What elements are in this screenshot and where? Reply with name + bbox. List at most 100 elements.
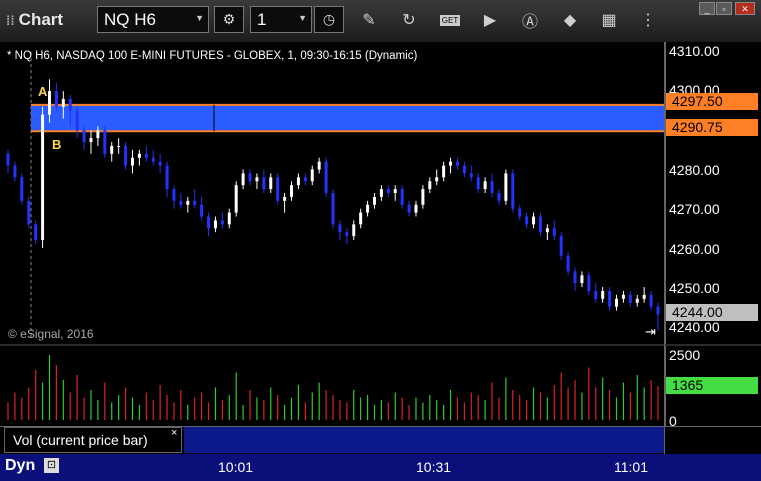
time-tick: 11:01: [614, 459, 648, 475]
candle-body: [317, 161, 321, 170]
candle-body: [310, 169, 314, 182]
candle-body: [13, 165, 17, 178]
candle-body: [504, 173, 508, 201]
time-tick: 10:01: [218, 459, 254, 475]
candle-body: [462, 165, 466, 174]
chevron-down-icon[interactable]: ▼: [195, 13, 204, 23]
candle-body: [144, 153, 148, 158]
time-button[interactable]: ◷: [314, 6, 344, 33]
study-label-bar: [184, 427, 665, 453]
candle-body: [525, 216, 529, 225]
lock-icon[interactable]: ⊡: [44, 458, 59, 473]
minimize-icon: _: [704, 4, 710, 14]
price-tick: 4270.00: [669, 201, 720, 217]
get-button[interactable]: GET: [438, 8, 462, 32]
close-button[interactable]: ✕: [735, 2, 755, 15]
candle-body: [248, 173, 252, 182]
candle-body: [469, 173, 473, 178]
watermark: © eSignal, 2016: [8, 327, 94, 341]
window-title[interactable]: ⁞⁞ Chart: [6, 10, 63, 30]
chevron-down-icon[interactable]: ▼: [298, 13, 307, 23]
candle-body: [68, 98, 72, 111]
alert-button[interactable]: Ⓐ: [518, 8, 542, 32]
candle-body: [110, 145, 114, 154]
candle-body: [386, 189, 390, 193]
tag-icon: ◆: [563, 12, 577, 29]
candle-body: [75, 110, 79, 131]
candle-body: [628, 294, 632, 303]
candle-body: [566, 255, 570, 272]
candle-body: [400, 189, 404, 205]
toolbar: ⁞⁞ Chart NQ H6 ▼ ⚙ 1 ▼ ◷ ✎ ↻ GET ▶ Ⓐ ◆ ▦ ⋮ …: [0, 0, 761, 43]
interval-value: 1: [257, 10, 267, 29]
candle-body: [615, 298, 619, 307]
volume-tick: 2500: [669, 347, 701, 363]
grid-icon: ▦: [601, 12, 617, 29]
candle-body: [345, 232, 349, 237]
symbol-input[interactable]: NQ H6 ▼: [97, 6, 209, 33]
drag-grip-icon[interactable]: ⁞⁞: [6, 13, 15, 28]
price-chart[interactable]: [0, 42, 664, 344]
price-tick: 4250.00: [669, 280, 720, 296]
candle-body: [587, 275, 591, 291]
dynamic-mode-label[interactable]: Dyn: [5, 457, 35, 475]
axis-separator: [664, 42, 665, 454]
volume-study-label[interactable]: Vol (current price bar): [4, 427, 182, 453]
candle-body: [283, 196, 287, 201]
zone-top-price-tag: 4297.50: [666, 93, 758, 110]
alert-icon: Ⓐ: [521, 14, 538, 31]
candle-body: [61, 98, 65, 107]
candle-body: [241, 173, 245, 186]
price-chart-canvas[interactable]: [0, 42, 664, 344]
candle-body: [359, 212, 363, 225]
candle-body: [608, 290, 612, 307]
candle-body: [545, 228, 549, 233]
candle-body: [366, 204, 370, 213]
clock-icon: ◷: [322, 11, 336, 27]
restore-icon: ▫: [722, 4, 726, 14]
volume-chart-canvas[interactable]: [0, 346, 664, 426]
candle-body: [538, 216, 542, 233]
interval-input[interactable]: 1 ▼: [250, 6, 312, 33]
symbol-value: NQ H6: [104, 10, 156, 29]
scroll-to-end-icon[interactable]: ⇥: [645, 324, 656, 340]
candle-body: [158, 161, 162, 166]
draw-tool-button[interactable]: ✎: [357, 8, 381, 32]
candle-body: [476, 177, 480, 190]
close-study-icon[interactable]: ×: [171, 427, 177, 439]
candle-body: [428, 181, 432, 190]
more-button[interactable]: ⋮: [636, 8, 660, 32]
candle-body: [296, 177, 300, 186]
candle-body: [124, 145, 128, 166]
last-price-tag: 4244.00: [666, 304, 758, 321]
candle-body: [414, 204, 418, 213]
candle-body: [407, 204, 411, 213]
play-button[interactable]: ▶: [478, 8, 502, 32]
candle-body: [220, 220, 224, 225]
candle-body: [372, 196, 376, 205]
restore-button[interactable]: ▫: [716, 2, 732, 15]
candle-body: [511, 173, 515, 209]
candle-body: [338, 224, 342, 233]
volume-pane[interactable]: [0, 346, 664, 426]
tag-button[interactable]: ◆: [558, 8, 582, 32]
candle-body: [580, 275, 584, 284]
candle-body: [165, 165, 169, 190]
candle-body: [635, 298, 639, 303]
refresh-button[interactable]: ↻: [397, 8, 421, 32]
candle-body: [172, 189, 176, 201]
candle-body: [483, 181, 487, 190]
candle-body: [54, 91, 58, 107]
settings-button[interactable]: ⚙: [214, 6, 244, 33]
candle-body: [573, 271, 577, 284]
price-zone: [31, 104, 664, 132]
candle-body: [649, 294, 653, 307]
pencil-icon: ✎: [362, 12, 376, 29]
candle-body: [207, 216, 211, 229]
minimize-button[interactable]: _: [699, 2, 715, 15]
chart-header: * NQ H6, NASDAQ 100 E-MINI FUTURES - GLO…: [7, 50, 418, 62]
candle-body: [331, 193, 335, 225]
candle-body: [449, 161, 453, 166]
candle-body: [518, 208, 522, 217]
grid-button[interactable]: ▦: [597, 8, 621, 32]
